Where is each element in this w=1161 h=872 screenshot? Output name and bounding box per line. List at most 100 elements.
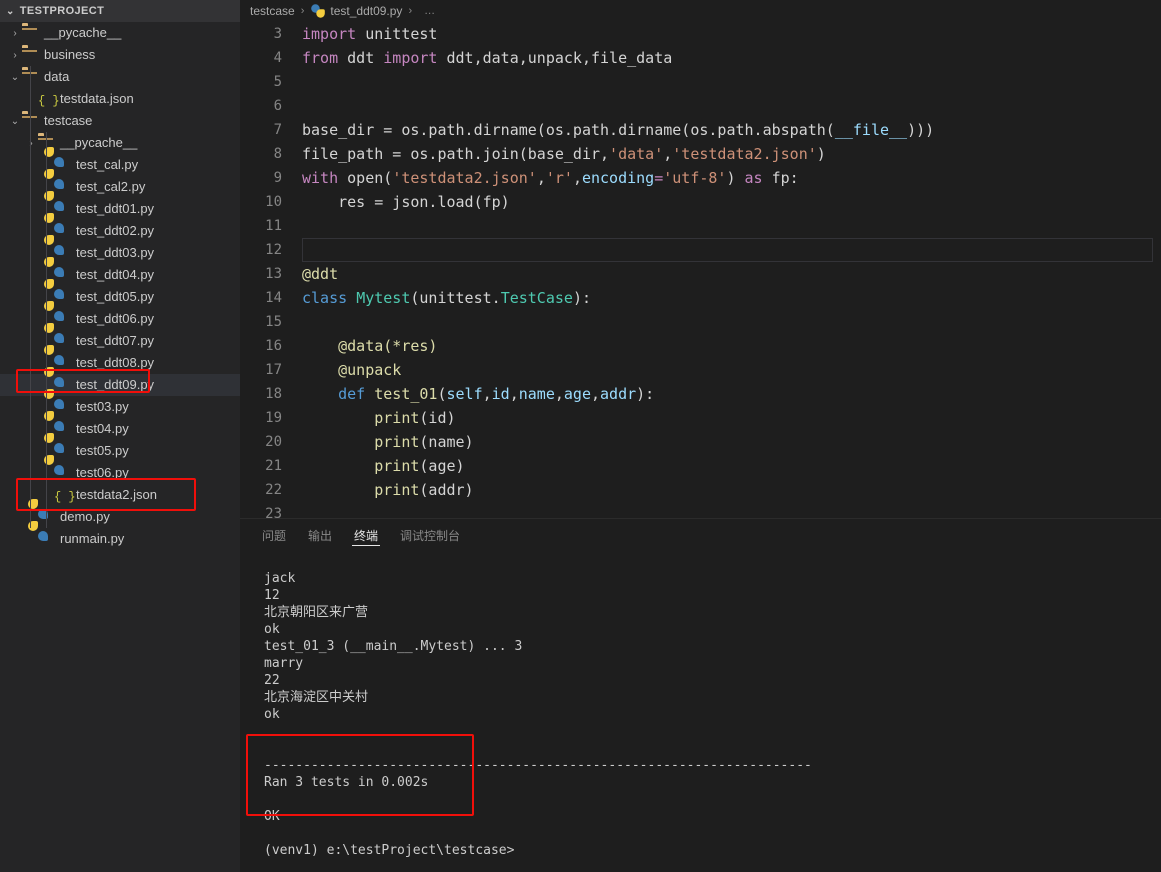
tree-item-test-ddt06-py[interactable]: test_ddt06.py xyxy=(0,301,240,330)
breadcrumb-folder[interactable]: testcase xyxy=(250,4,295,18)
code-line: 21 print(age) xyxy=(240,454,1161,478)
code-text: file_path = os.path.join(base_dir,'data'… xyxy=(302,145,826,163)
tree-item-test-ddt04-py[interactable]: test_ddt04.py xyxy=(0,257,240,286)
tree-item-label: business xyxy=(44,47,96,62)
terminal-line: ----------------------------------------… xyxy=(264,758,812,773)
terminal-line: 12 xyxy=(264,588,280,603)
tree-item--pycache-[interactable]: › __pycache__ xyxy=(0,22,240,44)
line-number: 12 xyxy=(265,242,282,258)
tree-item-label: __pycache__ xyxy=(44,25,122,40)
tree-item-testcase[interactable]: ⌄ testcase xyxy=(0,110,240,132)
chevron-right-icon[interactable]: › xyxy=(8,50,22,61)
indent-guide xyxy=(30,66,31,528)
python-icon xyxy=(44,213,72,239)
tree-item--pycache-[interactable]: › __pycache__ xyxy=(0,132,240,154)
panel-tab-调试控制台[interactable]: 调试控制台 xyxy=(398,519,462,552)
code-text: res = json.load(fp) xyxy=(302,193,510,211)
line-number: 9 xyxy=(273,170,282,186)
code-line: 11 xyxy=(240,214,1161,238)
code-line: 3 import unittest xyxy=(240,22,1161,46)
code-line: 20 print(name) xyxy=(240,430,1161,454)
code-text: base_dir = os.path.dirname(os.path.dirna… xyxy=(302,121,935,139)
code-text: class Mytest(unittest.TestCase): xyxy=(302,289,591,307)
tree-item-label: test_ddt05.py xyxy=(76,289,155,304)
code-line: 23 xyxy=(240,502,1161,518)
tree-item-label: testdata.json xyxy=(60,91,134,106)
json-icon: { } xyxy=(54,490,76,504)
project-name: TESTPROJECT xyxy=(19,5,105,17)
code-text: @unpack xyxy=(302,361,402,379)
line-number: 3 xyxy=(273,26,282,42)
tree-item-label: test_cal.py xyxy=(76,157,139,172)
tree-item-data[interactable]: ⌄ data xyxy=(0,66,240,88)
tree-item-test-ddt09-py[interactable]: test_ddt09.py xyxy=(0,367,240,396)
tree-item-test-cal-py[interactable]: test_cal.py xyxy=(0,147,240,176)
tree-item-test03-py[interactable]: test03.py xyxy=(0,389,240,418)
chevron-down-icon[interactable]: ⌄ xyxy=(8,116,22,127)
tree-item-label: test04.py xyxy=(76,421,129,436)
tree-item-label: __pycache__ xyxy=(60,135,138,150)
code-line: 15 xyxy=(240,310,1161,334)
panel-tab-输出[interactable]: 输出 xyxy=(306,519,334,552)
panel-tab-terminal[interactable]: 终端 xyxy=(352,519,381,552)
line-number: 16 xyxy=(265,338,282,354)
chevron-down-icon[interactable]: ⌄ xyxy=(8,72,22,83)
current-line-highlight xyxy=(302,238,1153,262)
chevron-right-icon[interactable]: › xyxy=(8,28,22,39)
code-editor[interactable]: 3 import unittest 4 from ddt import ddt,dat… xyxy=(240,22,1161,518)
explorer-header[interactable]: ⌄ TESTPROJECT xyxy=(0,0,240,22)
breadcrumb-ellipsis[interactable]: … xyxy=(424,5,435,17)
tree-item-test-ddt02-py[interactable]: test_ddt02.py xyxy=(0,213,240,242)
folder-icon xyxy=(22,47,40,63)
tree-item-testdata-json[interactable]: { } testdata.json xyxy=(0,88,240,110)
tree-item-label: demo.py xyxy=(60,509,110,524)
tree-item-test-ddt01-py[interactable]: test_ddt01.py xyxy=(0,191,240,220)
tree-item-test05-py[interactable]: test05.py xyxy=(0,433,240,462)
tree-item-label: test_ddt08.py xyxy=(76,355,155,370)
tree-item-test06-py[interactable]: test06.py xyxy=(0,455,240,484)
explorer-sidebar: ⌄ TESTPROJECT › __pycache__ › business ⌄ data… xyxy=(0,0,240,872)
code-text: import unittest xyxy=(302,25,438,43)
code-text: print(name) xyxy=(374,433,474,451)
tree-item-test-ddt03-py[interactable]: test_ddt03.py xyxy=(0,235,240,264)
line-number: 23 xyxy=(265,506,282,518)
terminal-output[interactable]: jack 12 北京朝阳区来广营 ok test_01_3 (__main__.Myte… xyxy=(240,552,1161,872)
panel-tab-问题[interactable]: 问题 xyxy=(260,519,288,552)
code-line: 5 xyxy=(240,70,1161,94)
terminal-line: (venv1) e:\testProject\testcase> xyxy=(264,843,515,858)
code-line: 12 xyxy=(240,238,1161,262)
tree-item-label: test_ddt04.py xyxy=(76,267,155,282)
code-text: from ddt import ddt,data,unpack,file_dat… xyxy=(302,49,673,67)
code-line: 17 @unpack xyxy=(240,358,1161,382)
line-number: 13 xyxy=(265,266,282,282)
tree-item-test-ddt08-py[interactable]: test_ddt08.py xyxy=(0,345,240,374)
tree-item-test04-py[interactable]: test04.py xyxy=(0,411,240,440)
breadcrumb-file[interactable]: test_ddt09.py xyxy=(310,3,402,19)
tree-item-label: test03.py xyxy=(76,399,129,414)
code-text: print(age) xyxy=(374,457,465,475)
tree-item-test-ddt05-py[interactable]: test_ddt05.py xyxy=(0,279,240,308)
tree-item-test-cal2-py[interactable]: test_cal2.py xyxy=(0,169,240,198)
code-text: with open('testdata2.json','r',encoding=… xyxy=(302,169,799,187)
code-line: 10 res = json.load(fp) xyxy=(240,190,1161,214)
vscode-window: ⌄ TESTPROJECT › __pycache__ › business ⌄ data… xyxy=(0,0,1161,872)
terminal-line: marry xyxy=(264,656,304,671)
tree-item-runmain-py[interactable]: runmain.py xyxy=(0,521,240,550)
python-icon xyxy=(44,433,72,459)
terminal-line: Ran 3 tests in 0.002s xyxy=(264,775,429,790)
breadcrumb-file-label: test_ddt09.py xyxy=(330,4,403,18)
python-icon xyxy=(44,301,72,327)
tree-item-test-ddt07-py[interactable]: test_ddt07.py xyxy=(0,323,240,352)
python-icon xyxy=(44,279,72,305)
tree-item-label: test_ddt02.py xyxy=(76,223,155,238)
chevron-right-icon[interactable]: › xyxy=(24,138,38,149)
tree-item-business[interactable]: › business xyxy=(0,44,240,66)
python-icon xyxy=(44,169,72,195)
tree-item-label: test_ddt09.py xyxy=(76,377,155,392)
code-text: def test_01(self,id,name,age,addr): xyxy=(338,385,655,403)
line-number: 11 xyxy=(265,218,282,234)
code-line: 22 print(addr) xyxy=(240,478,1161,502)
line-number: 8 xyxy=(273,146,282,162)
